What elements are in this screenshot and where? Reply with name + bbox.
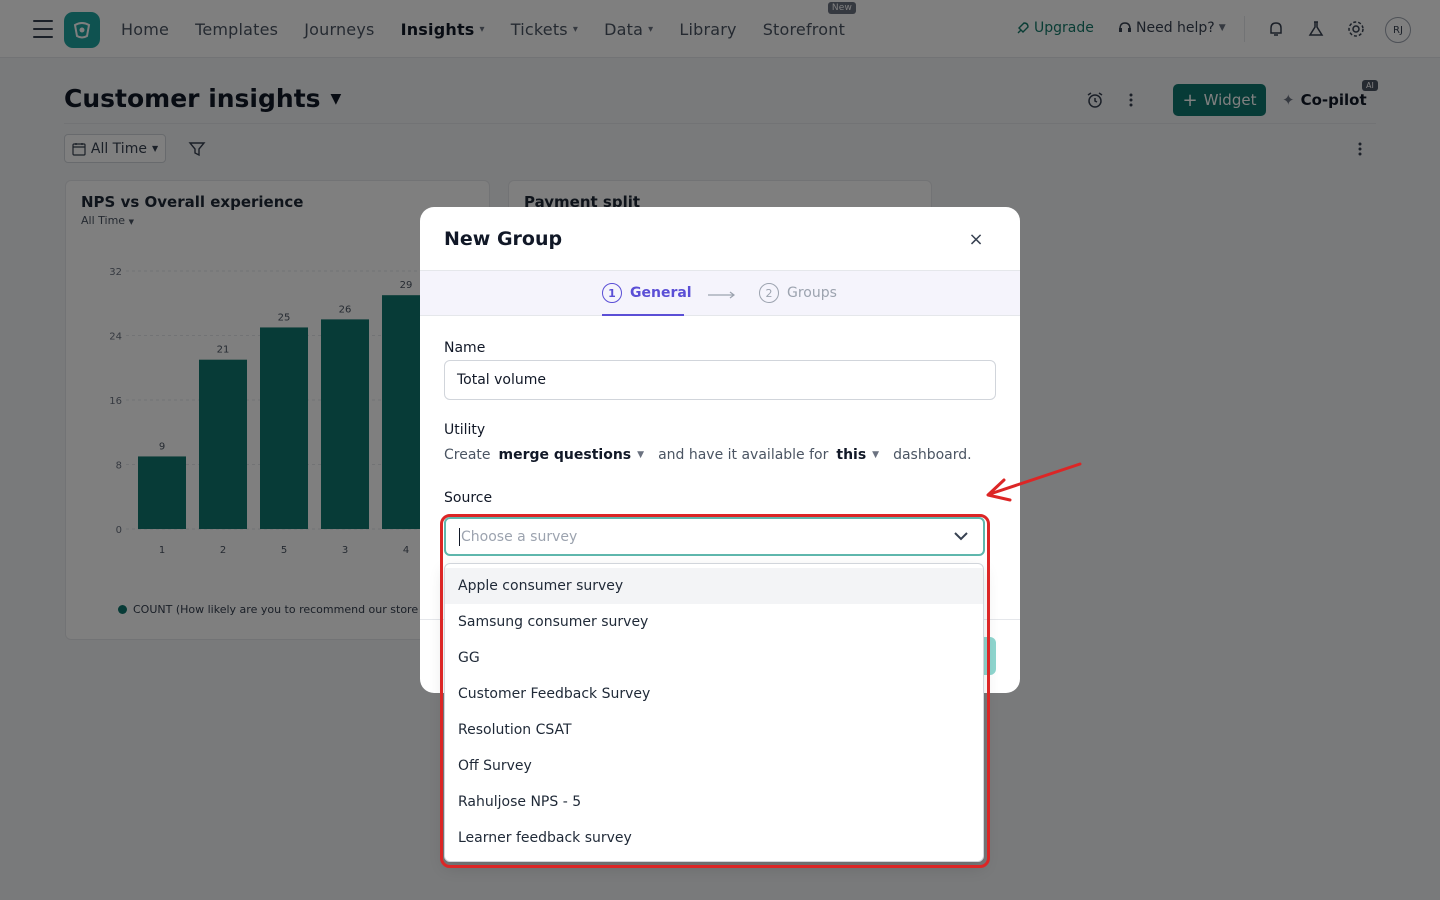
utility-create-text: Create: [444, 447, 491, 463]
annotation-highlight-box: [440, 514, 990, 868]
step-number: 2: [759, 283, 779, 303]
step-label: General: [630, 285, 692, 301]
annotation-arrow-icon: [986, 462, 1082, 502]
utility-label: Utility: [444, 422, 486, 438]
step-number: 1: [602, 283, 622, 303]
source-label: Source: [444, 490, 493, 506]
step-groups[interactable]: 2 Groups: [759, 283, 837, 303]
utility-type-select[interactable]: merge questions: [499, 447, 632, 463]
arrow-right-icon: [708, 291, 735, 299]
utility-scope-select[interactable]: this: [836, 447, 866, 463]
utility-sentence: Create merge questions ▼ and have it ava…: [444, 447, 972, 463]
utility-middle-text: and have it available for: [658, 447, 829, 463]
step-label: Groups: [787, 285, 837, 301]
step-general[interactable]: 1 General: [602, 283, 692, 303]
chevron-down-icon[interactable]: ▼: [637, 450, 644, 460]
name-input[interactable]: Total volume: [444, 360, 996, 400]
modal-title: New Group: [444, 228, 563, 250]
name-label: Name: [444, 340, 486, 356]
chevron-down-icon[interactable]: ▼: [872, 450, 879, 460]
close-icon[interactable]: ×: [966, 229, 986, 250]
stepper: 1 General 2 Groups: [420, 270, 1020, 316]
utility-end-text: dashboard.: [893, 447, 972, 463]
active-step-indicator: [602, 314, 684, 316]
